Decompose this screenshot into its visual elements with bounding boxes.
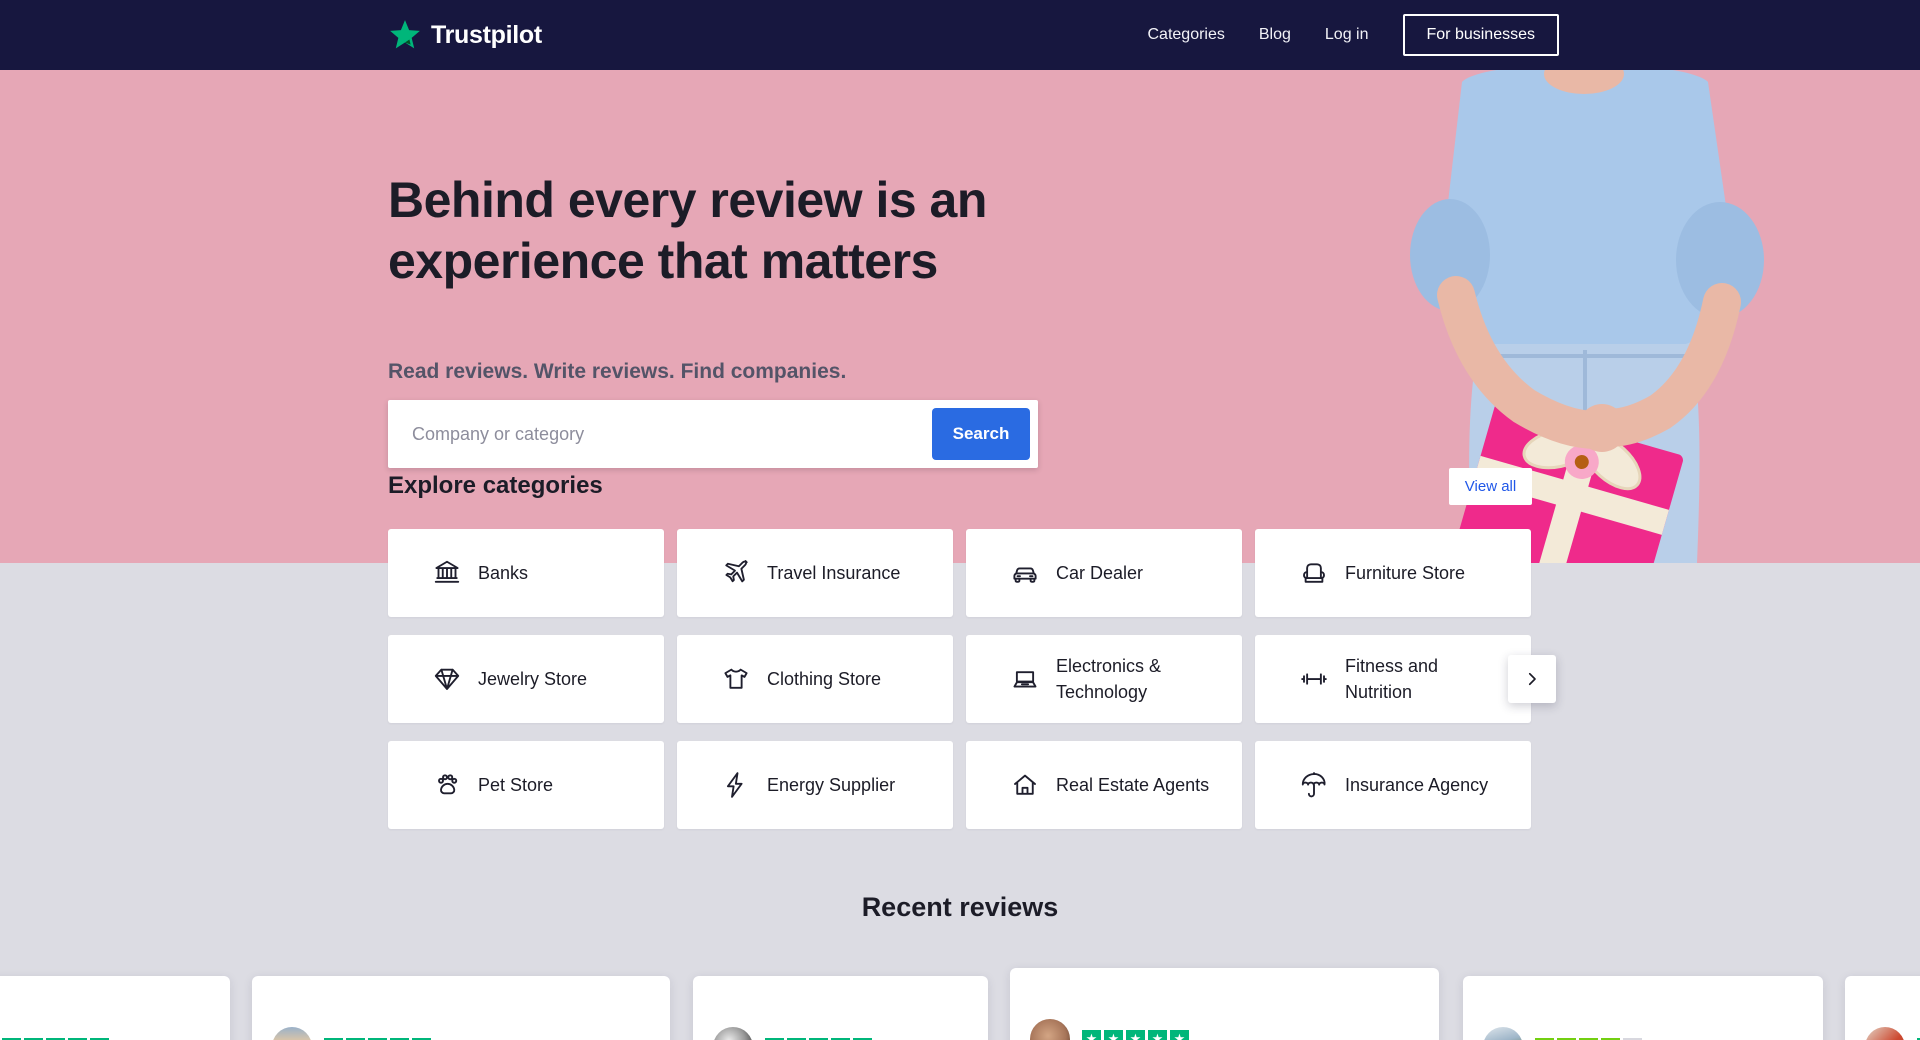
category-label: Clothing Store (767, 668, 882, 689)
category-label: Banks (478, 562, 529, 583)
category-card-banks[interactable]: Banks (388, 529, 664, 617)
nav-log-in[interactable]: Log in (1325, 26, 1369, 44)
category-card-pet-store[interactable]: Pet Store (388, 741, 664, 829)
star-icon: ★ (1148, 1029, 1167, 1040)
plane-icon (721, 558, 751, 588)
reviewer-avatar-mountain-hiker (1483, 1027, 1523, 1040)
category-card-energy-supplier[interactable]: Energy Supplier (677, 741, 953, 829)
category-label: Fitness and Nutrition (1345, 655, 1439, 702)
category-label: Electronics & Technology (1056, 655, 1162, 702)
category-label: Jewelry Store (478, 668, 588, 689)
brand-name: Trustpilot (431, 20, 542, 49)
category-card-insurance-agency[interactable]: Insurance Agency (1255, 741, 1531, 829)
star-icon: ★ (1104, 1029, 1123, 1040)
bank-icon (432, 558, 462, 588)
category-card-fitness-and-nutrition[interactable]: Fitness and Nutrition (1255, 635, 1531, 723)
for-businesses-button[interactable]: For businesses (1402, 14, 1559, 56)
category-label: Car Dealer (1056, 562, 1144, 583)
recent-reviews-title: Recent reviews (861, 892, 1059, 922)
tshirt-icon (721, 664, 751, 694)
top-navigation-bar: Trustpilot Categories Blog Log in For bu… (0, 0, 1920, 70)
hero-title-line2: experience that matters (388, 233, 938, 289)
dumbbell-icon (1299, 664, 1329, 694)
trustpilot-star-icon (390, 20, 420, 49)
chevron-right-icon (1528, 672, 1536, 686)
category-card-furniture-store[interactable]: Furniture Store (1255, 529, 1531, 617)
category-label: Energy Supplier (767, 774, 896, 795)
review-card-3[interactable]: ★★★★★ (693, 976, 988, 1040)
laptop-icon (1010, 664, 1040, 694)
category-label: Insurance Agency (1345, 774, 1489, 795)
reviewer-avatar-city-sky (272, 1027, 312, 1040)
paw-icon (432, 770, 462, 800)
trustpilot-logo[interactable]: Trustpilot (388, 18, 542, 52)
category-card-clothing-store[interactable]: Clothing Store (677, 635, 953, 723)
hero-title-line1: Behind every review is an (388, 172, 987, 228)
review-card-5[interactable]: ★★★★★ (1463, 976, 1823, 1040)
review-card-4[interactable]: ★ ★ ★ ★ ★ (1010, 968, 1439, 1040)
star-icon: ★ (1126, 1029, 1145, 1040)
header-nav: Categories Blog Log in For businesses (1148, 14, 1559, 56)
umbrella-icon (1299, 770, 1329, 800)
review-card-6[interactable]: ★★★★★ (1845, 976, 1920, 1040)
trustpilot-home-page: Trustpilot Categories Blog Log in For bu… (0, 0, 1920, 1040)
hero-photo-person-with-gift (1410, 70, 1764, 563)
hero-subtitle: Read reviews. Write reviews. Find compan… (388, 360, 847, 383)
view-all-button[interactable]: View all (1449, 468, 1532, 505)
reviewer-avatar-bw-portrait (713, 1027, 753, 1040)
diamond-icon (432, 664, 462, 694)
category-grid: Banks Travel Insurance Car Dealer Furnit… (388, 529, 1532, 829)
hero-title: Behind every review is an experience tha… (388, 170, 987, 292)
category-card-jewelry-store[interactable]: Jewelry Store (388, 635, 664, 723)
search-input[interactable] (388, 400, 932, 468)
header-inner: Trustpilot Categories Blog Log in For bu… (388, 0, 1559, 70)
category-label: Furniture Store (1345, 562, 1466, 583)
hero-section: Behind every review is an experience tha… (0, 70, 1920, 563)
category-label: Pet Store (478, 774, 554, 795)
nav-categories[interactable]: Categories (1148, 26, 1225, 44)
star-icon: ★ (1082, 1029, 1101, 1040)
categories-next-button[interactable] (1508, 655, 1556, 703)
category-card-electronics-technology[interactable]: Electronics & Technology (966, 635, 1242, 723)
car-icon (1010, 558, 1040, 588)
house-icon (1010, 770, 1040, 800)
search-button[interactable]: Search (932, 408, 1030, 460)
review-card-1[interactable]: ★★★★★ (0, 976, 230, 1040)
reviewer-avatar-woman-portrait (1030, 1019, 1070, 1040)
category-label: Real Estate Agents (1056, 774, 1210, 795)
star-icon: ★ (1170, 1029, 1189, 1040)
category-card-car-dealer[interactable]: Car Dealer (966, 529, 1242, 617)
category-label: Travel Insurance (767, 562, 901, 583)
star-rating: ★★★★★ (1082, 1029, 1189, 1040)
category-card-travel-insurance[interactable]: Travel Insurance (677, 529, 953, 617)
reviewer-avatar-couple (1865, 1027, 1905, 1040)
armchair-icon (1299, 558, 1329, 588)
search-bar: Search (388, 400, 1038, 468)
review-card-2[interactable]: ★★★★★ (252, 976, 670, 1040)
category-card-real-estate-agents[interactable]: Real Estate Agents (966, 741, 1242, 829)
explore-categories-title: Explore categories (388, 472, 603, 499)
nav-blog[interactable]: Blog (1259, 26, 1291, 44)
lightning-icon (721, 770, 751, 800)
